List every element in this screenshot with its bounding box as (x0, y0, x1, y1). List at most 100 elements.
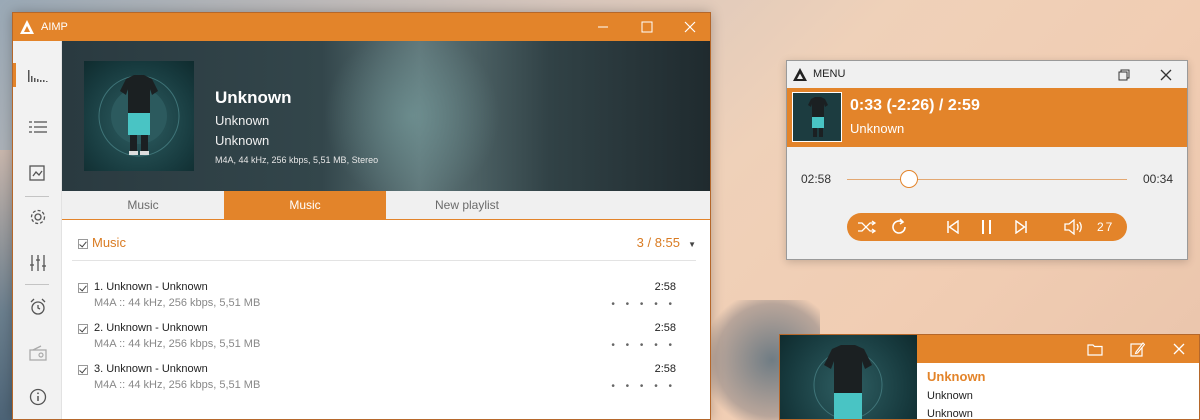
playlist-tabs: Music Music New playlist (62, 191, 710, 220)
close-icon (1173, 343, 1185, 355)
floating-close-button[interactable] (1165, 335, 1193, 363)
mini-now-playing: 0:33 (-2:26) / 2:59 Unknown (787, 88, 1187, 147)
jersey-artwork-icon (808, 97, 828, 137)
equalizer-icon (29, 255, 46, 271)
menu-label[interactable]: MENU (813, 68, 845, 80)
floating-player-window: Unknown Unknown Unknown (779, 334, 1200, 420)
playback-controls: 27 (847, 213, 1127, 241)
track-meta: M4A :: 44 kHz, 256 kbps, 5,51 MB (94, 379, 261, 391)
group-checkbox[interactable] (78, 239, 88, 249)
repeat-button[interactable] (887, 213, 911, 241)
library-icon (28, 165, 45, 181)
pause-button[interactable] (975, 213, 999, 241)
tab-music-1[interactable]: Music (62, 191, 224, 219)
track-rating[interactable]: • • • • • (611, 299, 676, 310)
next-icon (1015, 220, 1027, 234)
close-icon (1160, 69, 1172, 80)
now-playing-panel: Unknown Unknown Unknown M4A, 44 kHz, 256… (62, 41, 710, 191)
track-rating[interactable]: • • • • • (611, 381, 676, 392)
pause-icon (982, 220, 991, 234)
track-meta: M4A :: 44 kHz, 256 kbps, 5,51 MB (94, 297, 261, 309)
volume-icon (1064, 219, 1082, 235)
aimp-main-window: AIMP Unknown Unknown Unknown M4A, 44 kHz… (12, 12, 711, 420)
next-button[interactable] (1009, 213, 1033, 241)
sidebar-item-alarm[interactable] (13, 285, 62, 329)
sidebar-item-settings[interactable] (13, 195, 62, 239)
sidebar-item-library[interactable] (13, 151, 62, 195)
repeat-icon (892, 218, 906, 234)
aimp-logo-icon (20, 20, 34, 34)
alarm-icon (30, 298, 45, 315)
playlist-icon (28, 121, 47, 133)
open-folder-button[interactable] (1081, 335, 1109, 363)
track-checkbox[interactable] (78, 365, 88, 375)
edit-button[interactable] (1123, 335, 1151, 363)
track-rating[interactable]: • • • • • (611, 340, 676, 351)
sidebar-item-radio[interactable] (13, 331, 62, 375)
shuffle-icon (858, 220, 877, 234)
floating-album-cover[interactable] (780, 335, 917, 419)
table-row[interactable]: 1. Unknown - Unknown M4A :: 44 kHz, 256 … (78, 281, 698, 317)
minimize-button[interactable] (581, 13, 625, 41)
window-title: AIMP (41, 21, 68, 33)
maximize-button[interactable] (625, 13, 669, 41)
track-artist: Unknown (215, 113, 270, 128)
group-header[interactable]: Music 3 / 8:55 ▼ (78, 235, 698, 259)
elapsed-time: 02:58 (801, 172, 832, 186)
table-row[interactable]: 2. Unknown - Unknown M4A :: 44 kHz, 256 … (78, 322, 698, 358)
mini-title-bar[interactable]: MENU (787, 61, 1187, 88)
sidebar-item-info[interactable] (13, 375, 62, 419)
mini-player-window: MENU 0:33 (-2:26) / 2:59 Unknown 02:58 0… (786, 60, 1188, 260)
seek-bar[interactable] (847, 179, 1127, 180)
tab-new-playlist[interactable]: New playlist (386, 191, 548, 219)
track-checkbox[interactable] (78, 283, 88, 293)
minimize-icon (598, 26, 608, 28)
volume-button[interactable] (1061, 213, 1087, 241)
tab-music-2[interactable]: Music (224, 191, 386, 219)
group-title: Music (92, 235, 126, 250)
sidebar-item-visualization[interactable] (13, 53, 62, 97)
track-album: Unknown (215, 133, 270, 148)
remaining-time: 00:34 (1142, 172, 1173, 186)
seek-handle[interactable] (899, 170, 918, 188)
close-icon (684, 21, 696, 33)
close-button[interactable] (668, 13, 710, 41)
previous-icon (947, 220, 959, 234)
aimp-logo-icon (793, 68, 807, 81)
restore-button[interactable] (1109, 61, 1139, 88)
track-name: 3. Unknown - Unknown (94, 363, 208, 375)
track-meta: M4A :: 44 kHz, 256 kbps, 5,51 MB (94, 338, 261, 350)
table-row[interactable]: 3. Unknown - Unknown M4A :: 44 kHz, 256 … (78, 363, 698, 399)
track-checkbox[interactable] (78, 324, 88, 334)
maximize-icon (641, 21, 653, 33)
volume-level[interactable]: 27 (1097, 220, 1114, 234)
sidebar (13, 41, 62, 419)
visualization-icon (27, 70, 47, 82)
shuffle-button[interactable] (855, 213, 879, 241)
mini-close-button[interactable] (1151, 61, 1181, 88)
album-cover[interactable] (84, 61, 194, 171)
title-bar[interactable]: AIMP (13, 13, 710, 41)
track-format-info: M4A, 44 kHz, 256 kbps, 5,51 MB, Stereo (215, 155, 379, 165)
mini-artist: Unknown (850, 121, 905, 136)
radio-icon (28, 345, 47, 361)
info-icon (29, 388, 46, 406)
restore-window-icon (1118, 69, 1130, 80)
jersey-artwork-icon (98, 75, 180, 157)
track-duration: 2:58 (654, 281, 676, 293)
track-title: Unknown (215, 88, 292, 107)
sidebar-item-playlist[interactable] (13, 105, 62, 149)
previous-button[interactable] (941, 213, 965, 241)
floating-artist: Unknown (927, 390, 973, 402)
floating-album: Unknown (927, 408, 973, 420)
playback-time: 0:33 (-2:26) / 2:59 (850, 97, 980, 114)
background-blur (312, 41, 512, 191)
chevron-down-icon[interactable]: ▼ (688, 240, 696, 249)
playlist-view: Music 3 / 8:55 ▼ 1. Unknown - Unknown M4… (62, 220, 710, 419)
track-name: 2. Unknown - Unknown (94, 322, 208, 334)
sidebar-item-equalizer[interactable] (13, 241, 62, 285)
jersey-artwork-icon (813, 345, 883, 419)
folder-icon (1087, 343, 1103, 356)
mini-album-cover[interactable] (792, 92, 842, 142)
track-name: 1. Unknown - Unknown (94, 281, 208, 293)
